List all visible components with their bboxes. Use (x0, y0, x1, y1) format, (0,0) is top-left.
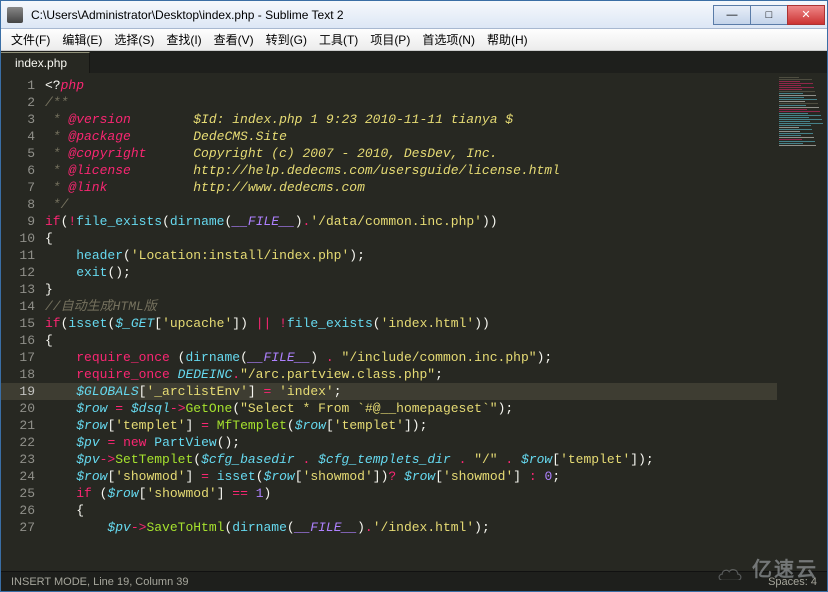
menu-help[interactable]: 帮助(H) (481, 29, 534, 50)
code-line[interactable]: $row['templet'] = MfTemplet($row['temple… (45, 417, 777, 434)
code-line[interactable]: { (45, 502, 777, 519)
menu-view[interactable]: 查看(V) (208, 29, 260, 50)
code-area[interactable]: <?php/** * @version $Id: index.php 1 9:2… (45, 73, 777, 571)
line-number[interactable]: 26 (1, 502, 35, 519)
code-line[interactable]: $pv->SaveToHtml(dirname(__FILE__).'/inde… (45, 519, 777, 536)
statusbar: INSERT MODE, Line 19, Column 39 Spaces: … (1, 571, 827, 591)
code-line[interactable]: { (45, 230, 777, 247)
line-number[interactable]: 2 (1, 94, 35, 111)
code-line[interactable]: require_once DEDEINC."/arc.partview.clas… (45, 366, 777, 383)
menu-prefs[interactable]: 首选项(N) (416, 29, 481, 50)
line-number[interactable]: 5 (1, 145, 35, 162)
code-line[interactable]: //自动生成HTML版 (45, 298, 777, 315)
line-number[interactable]: 7 (1, 179, 35, 196)
tabbar: index.php (1, 51, 827, 73)
code-line[interactable]: { (45, 332, 777, 349)
line-number[interactable]: 16 (1, 332, 35, 349)
code-line[interactable]: if(!file_exists(dirname(__FILE__).'/data… (45, 213, 777, 230)
menubar: 文件(F) 编辑(E) 选择(S) 查找(I) 查看(V) 转到(G) 工具(T… (1, 29, 827, 51)
minimize-button[interactable]: — (713, 5, 751, 25)
code-line[interactable]: $GLOBALS['_arclistEnv'] = 'index'; (45, 383, 777, 400)
line-number[interactable]: 9 (1, 213, 35, 230)
line-number[interactable]: 24 (1, 468, 35, 485)
tab-label: index.php (15, 56, 67, 70)
line-number[interactable]: 13 (1, 281, 35, 298)
line-number[interactable]: 21 (1, 417, 35, 434)
code-line[interactable]: $pv = new PartView(); (45, 434, 777, 451)
status-left: INSERT MODE, Line 19, Column 39 (11, 576, 189, 588)
menu-goto[interactable]: 转到(G) (260, 29, 313, 50)
code-line[interactable]: * @license http://help.dedecms.com/users… (45, 162, 777, 179)
line-number[interactable]: 6 (1, 162, 35, 179)
code-line[interactable]: require_once (dirname(__FILE__) . "/incl… (45, 349, 777, 366)
line-number[interactable]: 1 (1, 77, 35, 94)
line-number[interactable]: 18 (1, 366, 35, 383)
code-line[interactable]: $row['showmod'] = isset($row['showmod'])… (45, 468, 777, 485)
line-number[interactable]: 11 (1, 247, 35, 264)
menu-tools[interactable]: 工具(T) (313, 29, 364, 50)
line-number[interactable]: 25 (1, 485, 35, 502)
code-line[interactable]: } (45, 281, 777, 298)
code-line[interactable]: * @link http://www.dedecms.com (45, 179, 777, 196)
app-window: C:\Users\Administrator\Desktop\index.php… (0, 0, 828, 592)
line-number[interactable]: 22 (1, 434, 35, 451)
menu-find[interactable]: 查找(I) (160, 29, 207, 50)
line-number[interactable]: 10 (1, 230, 35, 247)
app-icon (7, 7, 23, 23)
code-line[interactable]: if ($row['showmod'] == 1) (45, 485, 777, 502)
code-line[interactable]: $pv->SetTemplet($cfg_basedir . $cfg_temp… (45, 451, 777, 468)
line-number[interactable]: 3 (1, 111, 35, 128)
code-line[interactable]: * @copyright Copyright (c) 2007 - 2010, … (45, 145, 777, 162)
minimap[interactable] (777, 73, 827, 571)
line-number[interactable]: 14 (1, 298, 35, 315)
line-number[interactable]: 27 (1, 519, 35, 536)
editor[interactable]: 1234567891011121314151617181920212223242… (1, 73, 827, 571)
window-controls: — □ ✕ (714, 5, 825, 25)
line-number[interactable]: 19 (1, 383, 45, 400)
code-line[interactable]: $row = $dsql->GetOne("Select * From `#@_… (45, 400, 777, 417)
menu-file[interactable]: 文件(F) (5, 29, 56, 50)
code-line[interactable]: <?php (45, 77, 777, 94)
code-line[interactable]: header('Location:install/index.php'); (45, 247, 777, 264)
line-number[interactable]: 15 (1, 315, 35, 332)
menu-project[interactable]: 项目(P) (364, 29, 416, 50)
code-line[interactable]: * @version $Id: index.php 1 9:23 2010-11… (45, 111, 777, 128)
maximize-button[interactable]: □ (750, 5, 788, 25)
close-button[interactable]: ✕ (787, 5, 825, 25)
tab-index-php[interactable]: index.php (1, 52, 90, 73)
line-number[interactable]: 17 (1, 349, 35, 366)
code-line[interactable]: */ (45, 196, 777, 213)
code-line[interactable]: /** (45, 94, 777, 111)
gutter[interactable]: 1234567891011121314151617181920212223242… (1, 73, 45, 571)
cloud-icon (716, 562, 744, 580)
menu-select[interactable]: 选择(S) (108, 29, 160, 50)
line-number[interactable]: 12 (1, 264, 35, 281)
watermark: 亿速云 (716, 553, 818, 582)
code-line[interactable]: * @package DedeCMS.Site (45, 128, 777, 145)
window-title: C:\Users\Administrator\Desktop\index.php… (29, 8, 714, 22)
titlebar[interactable]: C:\Users\Administrator\Desktop\index.php… (1, 1, 827, 29)
line-number[interactable]: 23 (1, 451, 35, 468)
code-line[interactable]: exit(); (45, 264, 777, 281)
line-number[interactable]: 4 (1, 128, 35, 145)
watermark-text: 亿速云 (752, 559, 818, 581)
menu-edit[interactable]: 编辑(E) (56, 29, 108, 50)
line-number[interactable]: 8 (1, 196, 35, 213)
line-number[interactable]: 20 (1, 400, 35, 417)
code-line[interactable]: if(isset($_GET['upcache']) || !file_exis… (45, 315, 777, 332)
